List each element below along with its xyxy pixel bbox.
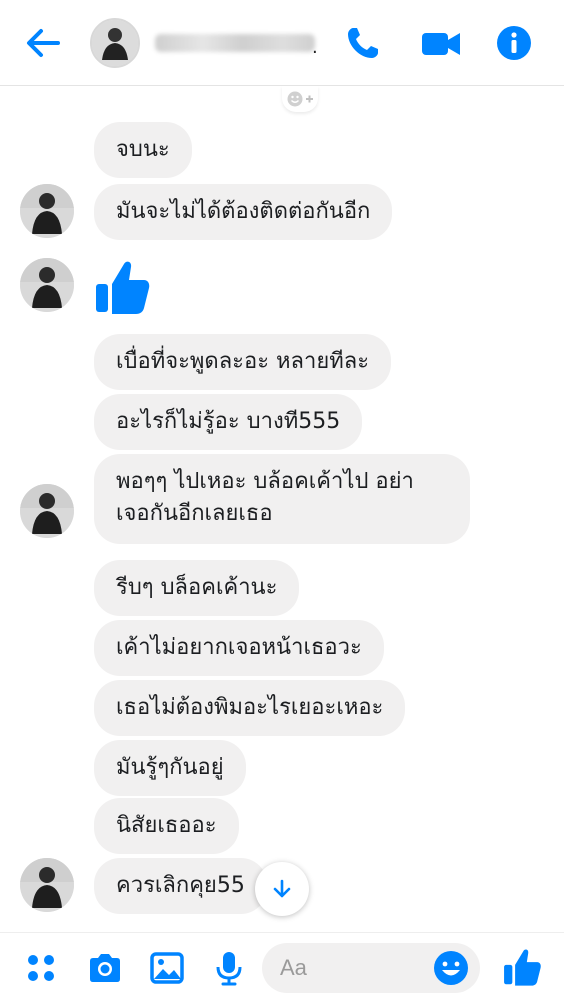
microphone-icon[interactable] xyxy=(210,949,248,987)
person-photo-icon xyxy=(20,484,74,538)
like-sticker-icon[interactable] xyxy=(94,258,150,316)
message-bubble[interactable]: อะไรก็ไม่รู้อะ บางที555 xyxy=(94,394,363,450)
arrow-down-icon xyxy=(273,879,291,898)
person-photo-icon xyxy=(20,858,74,912)
message-bubble[interactable]: ควรเลิกคุย55 xyxy=(94,858,267,914)
message-input[interactable]: Aa xyxy=(262,943,480,993)
message-bubble[interactable]: มันรู้ๆกันอยู่ xyxy=(94,740,246,796)
message-bubble[interactable]: เค้าไม่อยากเจอหน้าเธอวะ xyxy=(94,620,384,676)
contact-message-avatar[interactable] xyxy=(20,858,74,912)
camera-icon[interactable] xyxy=(86,949,124,987)
person-photo-icon xyxy=(20,184,74,238)
contact-avatar[interactable] xyxy=(90,18,140,68)
video-camera-icon[interactable] xyxy=(420,26,462,62)
image-icon[interactable] xyxy=(148,949,186,987)
phone-icon[interactable] xyxy=(344,24,382,62)
contact-message-avatar[interactable] xyxy=(20,184,74,238)
person-photo-icon xyxy=(20,258,74,312)
person-photo-icon xyxy=(92,20,138,66)
smiley-plus-icon xyxy=(287,91,313,107)
contact-name-blurred[interactable] xyxy=(155,34,315,52)
back-arrow-icon[interactable] xyxy=(22,22,64,64)
like-icon[interactable] xyxy=(502,947,542,987)
message-bubble[interactable]: รีบๆ บล็อคเค้านะ xyxy=(94,560,300,616)
message-composer: Aa xyxy=(0,932,564,1000)
info-icon[interactable] xyxy=(495,24,533,62)
contact-message-avatar[interactable] xyxy=(20,484,74,538)
message-bubble[interactable]: เธอไม่ต้องพิมอะไรเยอะเหอะ xyxy=(94,680,406,736)
message-bubble[interactable]: พอๆๆ ไปเหอะ บล้อคเค้าไป อย่า เจอกันอีกเล… xyxy=(94,454,470,544)
conversation-header: . xyxy=(0,0,564,86)
message-bubble[interactable]: นิสัยเธออะ xyxy=(94,798,239,854)
add-reaction-button[interactable] xyxy=(282,86,318,112)
contact-message-avatar[interactable] xyxy=(20,258,74,312)
message-input-placeholder: Aa xyxy=(280,955,307,980)
scroll-to-bottom-button[interactable] xyxy=(255,862,309,916)
contact-name-suffix: . xyxy=(312,37,318,58)
message-bubble[interactable]: มันจะไม่ได้ต้องติดต่อกันอีก xyxy=(94,184,393,240)
message-bubble[interactable]: จบนะ xyxy=(94,122,192,178)
message-bubble[interactable]: เบื่อที่จะพูดละอะ หลายทีละ xyxy=(94,334,392,390)
emoji-icon[interactable] xyxy=(432,949,470,987)
apps-grid-icon[interactable] xyxy=(22,949,60,987)
